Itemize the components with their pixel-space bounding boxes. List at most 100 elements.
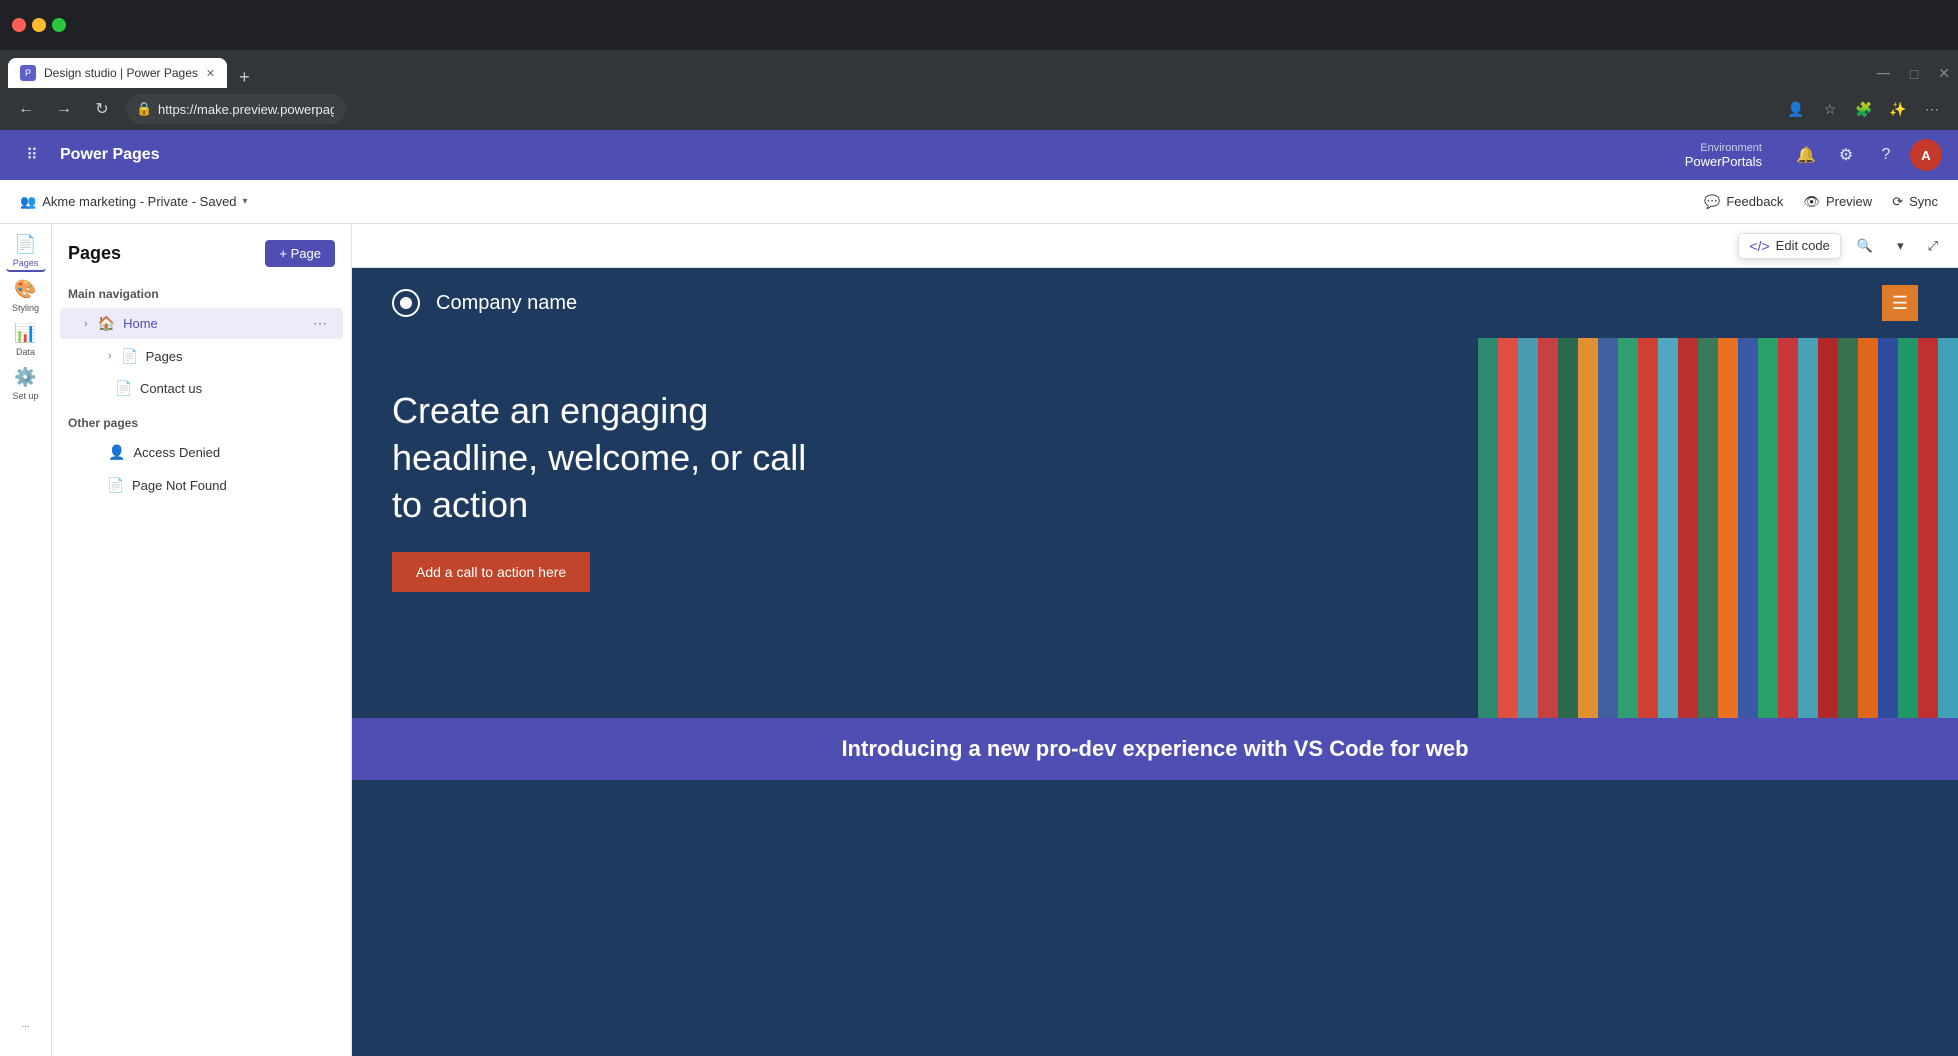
address-bar: ← → ↻ 🔒 👤 ☆ 🧩 ✨ ⋯ bbox=[0, 88, 1958, 130]
sync-label: Sync bbox=[1909, 194, 1938, 209]
preview-label: Preview bbox=[1826, 194, 1872, 209]
close-window-icon[interactable]: ✕ bbox=[1938, 65, 1950, 82]
waffle-menu-button[interactable]: ⠿ bbox=[16, 139, 48, 171]
site-hero-image bbox=[1478, 338, 1958, 718]
preview-icon: 👁 bbox=[1803, 194, 1820, 210]
company-name: Company name bbox=[436, 292, 577, 315]
sync-button[interactable]: ⟳ Sync bbox=[1892, 194, 1938, 210]
site-hero-title: Create an engaging headline, welcome, or… bbox=[392, 388, 842, 528]
settings-button[interactable]: ⚙ bbox=[1830, 139, 1862, 171]
content-bar-actions: 💬 Feedback 👁 Preview ⟳ Sync bbox=[1704, 194, 1938, 210]
sidebar-header: Pages + Page bbox=[52, 224, 351, 275]
home-label: Home bbox=[123, 316, 158, 331]
sidebar-item-more[interactable]: ... bbox=[6, 1004, 46, 1044]
more-nav-label: ... bbox=[22, 1019, 30, 1029]
site-hero-content: Create an engaging headline, welcome, or… bbox=[352, 338, 1478, 718]
profile-icon[interactable]: 👤 bbox=[1782, 95, 1810, 123]
stripe bbox=[1518, 338, 1538, 718]
add-page-button[interactable]: + Page bbox=[265, 240, 335, 267]
styling-icon: 🎨 bbox=[14, 279, 36, 300]
stripe bbox=[1718, 338, 1738, 718]
zoom-dropdown-button[interactable]: ▾ bbox=[1889, 234, 1912, 258]
home-more-icon[interactable]: ⋯ bbox=[313, 315, 327, 332]
nav-item-pages[interactable]: › 📄 Pages bbox=[60, 341, 343, 371]
app-topbar: ⠿ Power Pages Environment PowerPortals 🔔… bbox=[0, 130, 1958, 180]
stripe bbox=[1618, 338, 1638, 718]
extensions-icon[interactable]: 🧩 bbox=[1850, 95, 1878, 123]
close-btn[interactable] bbox=[12, 18, 26, 32]
sync-icon: ⟳ bbox=[1892, 194, 1903, 210]
edit-code-icon: </> bbox=[1749, 238, 1769, 254]
site-cta-button[interactable]: Add a call to action here bbox=[392, 552, 590, 592]
preview-button[interactable]: 👁 Preview bbox=[1803, 194, 1872, 210]
data-nav-label: Data bbox=[16, 347, 35, 357]
tab-title: Design studio | Power Pages bbox=[44, 66, 198, 80]
stripe bbox=[1858, 338, 1878, 718]
stripe bbox=[1758, 338, 1778, 718]
nav-item-page-not-found[interactable]: 📄 Page Not Found bbox=[60, 470, 343, 500]
left-icon-nav: 📄 Pages 🎨 Styling 📊 Data ⚙️ Set up ... bbox=[0, 224, 52, 1056]
copilot-icon[interactable]: ✨ bbox=[1884, 95, 1912, 123]
stripes-visualization bbox=[1478, 338, 1958, 718]
sidebar-item-data[interactable]: 📊 Data bbox=[6, 320, 46, 360]
other-pages-section-label: Other pages bbox=[52, 404, 351, 436]
nav-item-home[interactable]: › 🏠 Home ⋯ bbox=[60, 308, 343, 339]
avatar[interactable]: A bbox=[1910, 139, 1942, 171]
topbar-icons: 🔔 ⚙ ? A bbox=[1790, 139, 1942, 171]
site-dropdown-arrow[interactable]: ▾ bbox=[243, 196, 248, 207]
sidebar: Pages + Page Main navigation › 🏠 Home ⋯ … bbox=[52, 224, 352, 1056]
contact-page-icon: 📄 bbox=[116, 380, 132, 396]
stripe bbox=[1658, 338, 1678, 718]
site-banner-text: Introducing a new pro-dev experience wit… bbox=[841, 736, 1468, 761]
fullscreen-button[interactable]: ⤢ bbox=[1920, 234, 1946, 258]
stripe bbox=[1798, 338, 1818, 718]
stripe bbox=[1678, 338, 1698, 718]
main-nav-section-label: Main navigation bbox=[52, 275, 351, 307]
environment-block: Environment PowerPortals bbox=[1685, 142, 1762, 169]
reload-button[interactable]: ↻ bbox=[88, 95, 116, 123]
users-icon: 👥 bbox=[20, 194, 36, 210]
stripe bbox=[1778, 338, 1798, 718]
address-bar-icons: 👤 ☆ 🧩 ✨ ⋯ bbox=[1782, 95, 1946, 123]
site-logo bbox=[392, 289, 420, 317]
notification-button[interactable]: 🔔 bbox=[1790, 139, 1822, 171]
stripe bbox=[1638, 338, 1658, 718]
help-button[interactable]: ? bbox=[1870, 139, 1902, 171]
contact-us-label: Contact us bbox=[140, 381, 202, 396]
minimize-window-icon[interactable]: ─ bbox=[1877, 63, 1890, 84]
stripe bbox=[1558, 338, 1578, 718]
left-icons-bottom: ... bbox=[6, 1004, 46, 1044]
star-icon[interactable]: ☆ bbox=[1816, 95, 1844, 123]
sidebar-item-styling[interactable]: 🎨 Styling bbox=[6, 276, 46, 316]
more-menu-icon[interactable]: ⋯ bbox=[1918, 95, 1946, 123]
tab-close-icon[interactable]: ✕ bbox=[206, 67, 215, 80]
stripe bbox=[1498, 338, 1518, 718]
environment-name: PowerPortals bbox=[1685, 154, 1762, 169]
nav-item-access-denied[interactable]: 👤 Access Denied bbox=[60, 437, 343, 468]
sidebar-item-pages[interactable]: 📄 Pages bbox=[6, 232, 46, 272]
restore-window-icon[interactable]: □ bbox=[1910, 66, 1918, 82]
setup-icon: ⚙️ bbox=[14, 367, 36, 388]
app-shell: ⠿ Power Pages Environment PowerPortals 🔔… bbox=[0, 130, 1958, 1056]
active-tab[interactable]: P Design studio | Power Pages ✕ bbox=[8, 58, 227, 88]
minimize-btn[interactable] bbox=[32, 18, 46, 32]
new-tab-button[interactable]: + bbox=[231, 67, 258, 88]
zoom-out-button[interactable]: 🔍 bbox=[1849, 234, 1881, 258]
expand-arrow-icon: › bbox=[84, 318, 88, 330]
stripe bbox=[1818, 338, 1838, 718]
page-not-found-label: Page Not Found bbox=[132, 478, 227, 493]
site-hamburger-button[interactable]: ☰ bbox=[1882, 285, 1918, 321]
pages-icon: 📄 bbox=[14, 234, 36, 255]
tab-bar: P Design studio | Power Pages ✕ + ─ □ ✕ bbox=[0, 50, 1958, 88]
feedback-button[interactable]: 💬 Feedback bbox=[1704, 194, 1783, 210]
edit-code-button[interactable]: </> Edit code bbox=[1738, 233, 1840, 259]
feedback-icon: 💬 bbox=[1704, 194, 1720, 210]
forward-button[interactable]: → bbox=[50, 95, 78, 123]
back-button[interactable]: ← bbox=[12, 95, 40, 123]
sidebar-item-setup[interactable]: ⚙️ Set up bbox=[6, 364, 46, 404]
nav-item-contact-us[interactable]: 📄 Contact us bbox=[60, 373, 343, 403]
url-input[interactable] bbox=[126, 94, 346, 124]
maximize-btn[interactable] bbox=[52, 18, 66, 32]
pages-page-icon: 📄 bbox=[122, 348, 138, 364]
content-bar: 👥 Akme marketing - Private - Saved ▾ 💬 F… bbox=[0, 180, 1958, 224]
